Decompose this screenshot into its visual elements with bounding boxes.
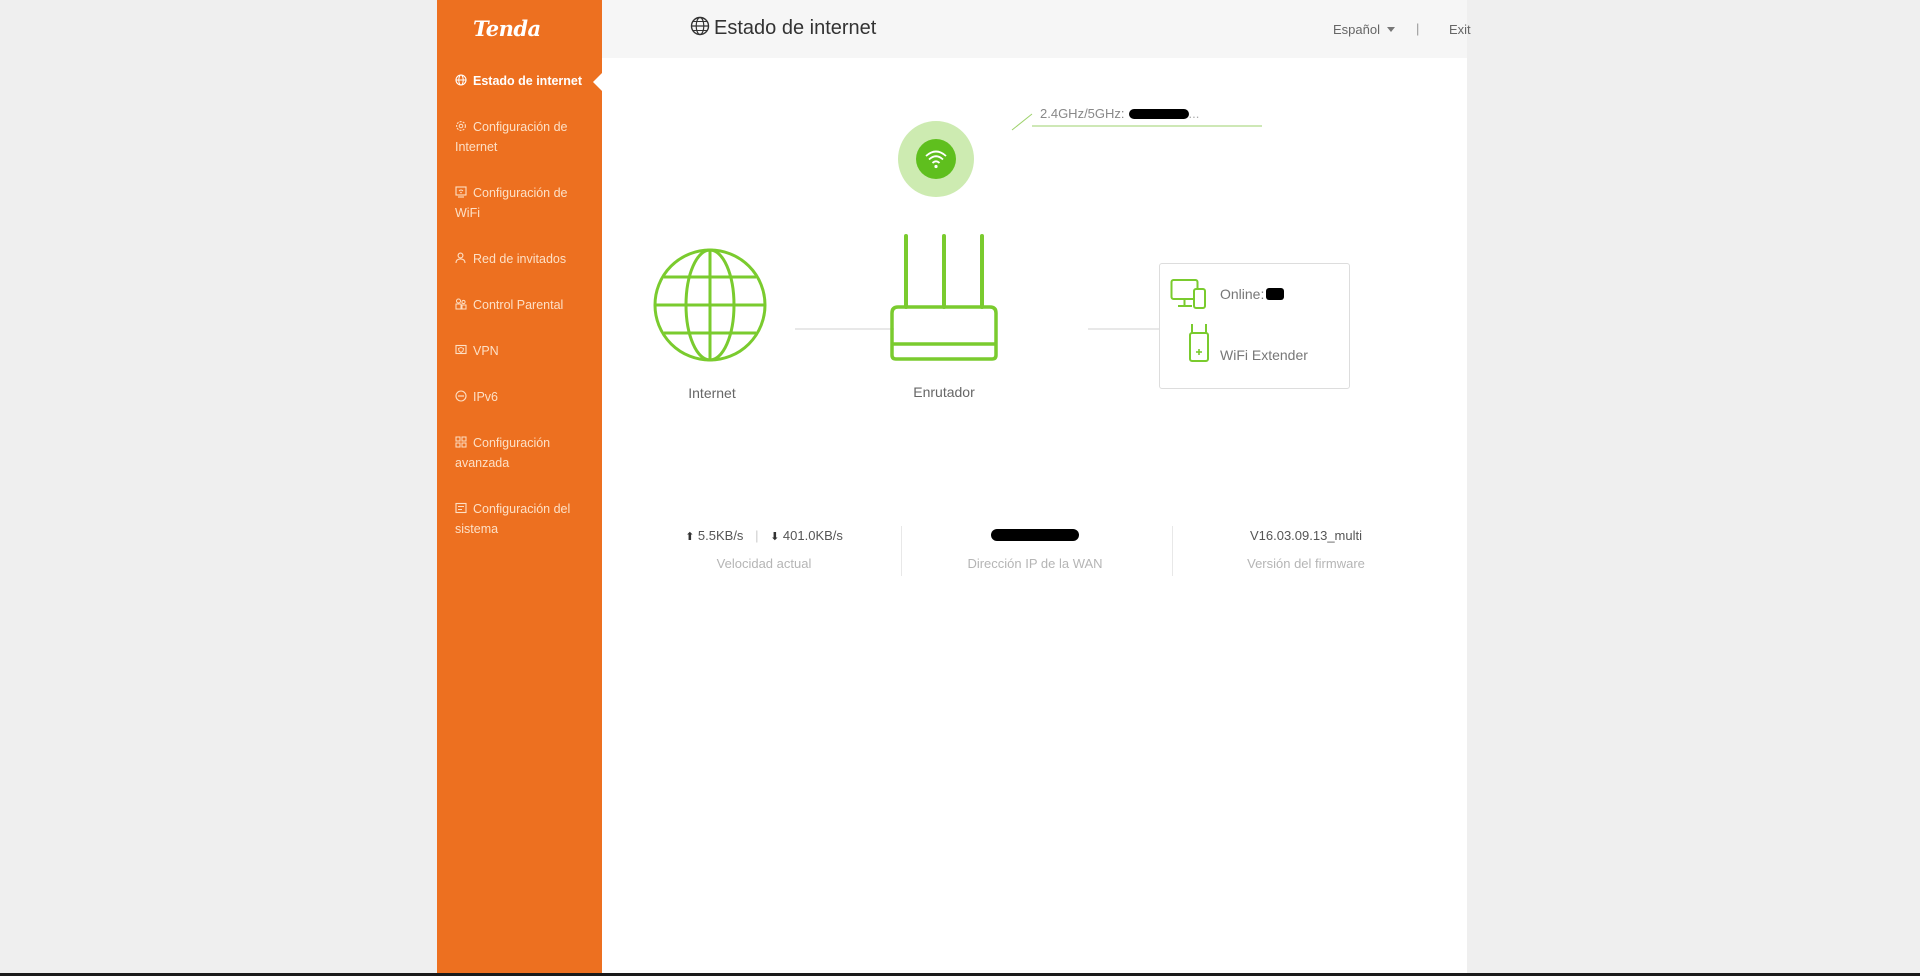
- devices-icon: [1170, 279, 1206, 309]
- sidebar-item-internet-status[interactable]: Estado de internet: [455, 71, 595, 91]
- gear-icon: [455, 120, 467, 132]
- sidebar-item-vpn[interactable]: VPN: [455, 341, 595, 361]
- header-separator: |: [1416, 21, 1420, 36]
- sidebar-item-ipv6[interactable]: IPv6: [455, 387, 595, 407]
- language-select[interactable]: Español: [1333, 22, 1395, 37]
- active-item-caret: [593, 73, 602, 91]
- firmware-version: V16.03.09.13_multi: [1249, 528, 1363, 543]
- wifi-extender-item[interactable]: WiFi Extender: [1170, 324, 1340, 375]
- speed-separator: |: [755, 528, 759, 543]
- system-icon: [455, 502, 467, 514]
- chevron-down-icon: [1386, 27, 1395, 32]
- sidebar-item-label: Configuración de WiFi: [455, 186, 568, 220]
- wifi-extender-label: WiFi Extender: [1220, 347, 1308, 363]
- sidebar-item-label: Configuración de Internet: [455, 120, 568, 154]
- router-admin-app: Tenda Estado de internet Configuración d…: [437, 0, 1471, 973]
- status-stats: ⬆ 5.5KB/s | ⬇ 401.0KB/s Velocidad actual…: [602, 526, 1467, 586]
- main-content: 2.4GHz/5GHz:... Internet Enrutador Onlin…: [602, 58, 1467, 973]
- page-title-text: Estado de internet: [714, 17, 877, 39]
- sidebar-item-wifi-config[interactable]: Configuración de WiFi: [455, 183, 595, 223]
- sidebar-item-label: Control Parental: [473, 298, 564, 312]
- wifi-icon: [925, 150, 947, 169]
- sidebar-item-advanced[interactable]: Configuración avanzada: [455, 433, 595, 473]
- connected-devices-panel: Online: WiFi Extender: [1159, 263, 1350, 389]
- download-arrow-icon: ⬇: [770, 531, 780, 543]
- guest-user-icon: [455, 252, 467, 264]
- wan-ip-value: [900, 526, 1170, 546]
- router-label: Enrutador: [913, 384, 975, 400]
- exit-link[interactable]: Exit: [1449, 22, 1471, 37]
- sidebar-item-label: VPN: [473, 344, 499, 358]
- tenda-logo: Tenda: [473, 16, 541, 41]
- wifi-extender-icon: [1189, 324, 1209, 362]
- sidebar-item-guest-network[interactable]: Red de invitados: [455, 249, 595, 269]
- sidebar: Tenda Estado de internet Configuración d…: [437, 0, 602, 973]
- wan-ip-stat: Dirección IP de la WAN: [900, 526, 1170, 571]
- wifi-icon-badge: [916, 139, 956, 179]
- redacted-ssid: [1128, 109, 1189, 119]
- upload-speed: 5.5KB/s: [697, 528, 744, 543]
- online-label: Online:: [1220, 286, 1285, 302]
- sidebar-item-label: Configuración del sistema: [455, 502, 571, 536]
- internet-globe-icon[interactable]: [652, 247, 768, 363]
- redacted-online-count: [1266, 288, 1285, 300]
- wifi-status-button[interactable]: [898, 121, 974, 197]
- online-devices-item[interactable]: Online:: [1170, 274, 1340, 314]
- sidebar-item-label: Red de invitados: [473, 252, 567, 266]
- sidebar-item-system[interactable]: Configuración del sistema: [455, 499, 595, 539]
- ipv6-icon: [455, 390, 467, 402]
- wan-ip-label: Dirección IP de la WAN: [967, 556, 1103, 571]
- parental-icon: [455, 298, 467, 310]
- wifi-ssid-label: 2.4GHz/5GHz:...: [1040, 106, 1200, 121]
- wifi-leader-line: [1011, 113, 1033, 131]
- header: Estado de internet Español | Exit: [602, 0, 1471, 58]
- sidebar-item-label: Estado de internet: [473, 74, 583, 88]
- router-icon[interactable]: [878, 231, 1010, 363]
- internet-label: Internet: [688, 385, 736, 401]
- grid-icon: [455, 436, 467, 448]
- redacted-wan-ip: [991, 529, 1079, 541]
- sidebar-item-parental-control[interactable]: Control Parental: [455, 295, 595, 315]
- shield-icon: [455, 344, 467, 356]
- globe-icon: [690, 16, 710, 36]
- wifi-settings-icon: [455, 186, 467, 198]
- sidebar-item-label: Configuración avanzada: [455, 436, 551, 470]
- upload-arrow-icon: ⬆: [685, 531, 695, 543]
- speed-values: ⬆ 5.5KB/s | ⬇ 401.0KB/s: [629, 526, 899, 546]
- current-speed-label: Velocidad actual: [716, 556, 812, 571]
- page-title: Estado de internet: [690, 16, 876, 40]
- sidebar-item-internet-config[interactable]: Configuración de Internet: [455, 117, 595, 157]
- current-speed-stat: ⬆ 5.5KB/s | ⬇ 401.0KB/s Velocidad actual: [629, 526, 899, 571]
- sidebar-item-label: IPv6: [473, 390, 499, 404]
- firmware-label: Versión del firmware: [1247, 556, 1365, 571]
- globe-icon: [455, 74, 467, 86]
- language-label: Español: [1333, 22, 1380, 37]
- download-speed: 401.0KB/s: [782, 528, 843, 543]
- firmware-stat: V16.03.09.13_multi Versión del firmware: [1171, 526, 1441, 571]
